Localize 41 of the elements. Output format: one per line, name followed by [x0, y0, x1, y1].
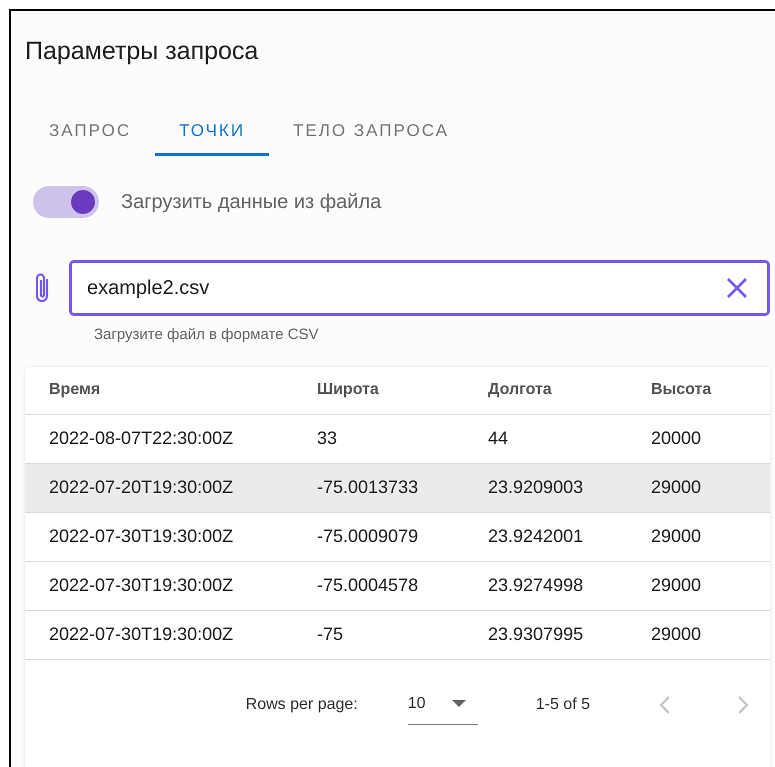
table-cell: -75.0009079: [293, 512, 464, 561]
column-header: Время: [25, 367, 293, 414]
table-cell: -75: [293, 610, 464, 659]
table-cell: 2022-08-07T22:30:00Z: [25, 414, 293, 463]
table-cell: 29000: [627, 561, 770, 610]
table-cell: 33: [293, 414, 464, 463]
table-cell: 29000: [627, 610, 770, 659]
rows-per-page-label: Rows per page:: [246, 696, 358, 714]
table-cell: -75.0013733: [293, 463, 464, 512]
table-cell: 2022-07-30T19:30:00Z: [25, 512, 293, 561]
table-row[interactable]: 2022-08-07T22:30:00Z 33 44 20000: [25, 414, 770, 463]
table-cell: 29000: [627, 463, 770, 512]
table-cell: 44: [464, 414, 627, 463]
column-header: Высота: [627, 367, 770, 414]
table-cell: -75.0004578: [293, 561, 464, 610]
table-cell: 2022-07-30T19:30:00Z: [25, 561, 293, 610]
dialog-title: Параметры запроса: [25, 36, 260, 67]
rows-per-page-select[interactable]: 10: [408, 684, 478, 724]
table-cell: 2022-07-20T19:30:00Z: [25, 463, 293, 512]
file-input-field[interactable]: example2.csv: [69, 260, 770, 316]
toggle-switch[interactable]: [33, 186, 99, 218]
table-cell: 29000: [627, 512, 770, 561]
page-range: 1-5 of 5: [536, 696, 590, 714]
caret-icon: [452, 700, 466, 708]
table-cell: 23.9209003: [464, 463, 627, 512]
tab[interactable]: ТОЧКИ: [155, 108, 270, 156]
column-header: Широта: [293, 367, 464, 414]
table-row[interactable]: 2022-07-30T19:30:00Z -75.0009079 23.9242001 29000: [25, 512, 770, 561]
table-cell: 23.9242001: [464, 512, 627, 561]
table-cell: 20000: [627, 414, 770, 463]
table-row[interactable]: 2022-07-20T19:30:00Z -75.0013733 23.9209003 29000: [25, 463, 770, 512]
table-cell: 2022-07-30T19:30:00Z: [25, 610, 293, 659]
helper-text: Загрузите файл в формате CSV: [94, 326, 320, 343]
tab[interactable]: ЗАПРОС: [25, 108, 156, 156]
table-cell: 23.9274998: [464, 561, 627, 610]
table-row[interactable]: 2022-07-30T19:30:00Z -75 23.9307995 29000: [25, 610, 770, 659]
tab[interactable]: ТЕЛО ЗАПРОСА: [269, 108, 473, 156]
column-header: Долгота: [464, 367, 627, 414]
table-cell: 23.9307995: [464, 610, 627, 659]
table-row[interactable]: 2022-07-30T19:30:00Z -75.0004578 23.9274998 29000: [25, 561, 770, 610]
switch-label: Загрузить данные из файла: [121, 190, 382, 214]
